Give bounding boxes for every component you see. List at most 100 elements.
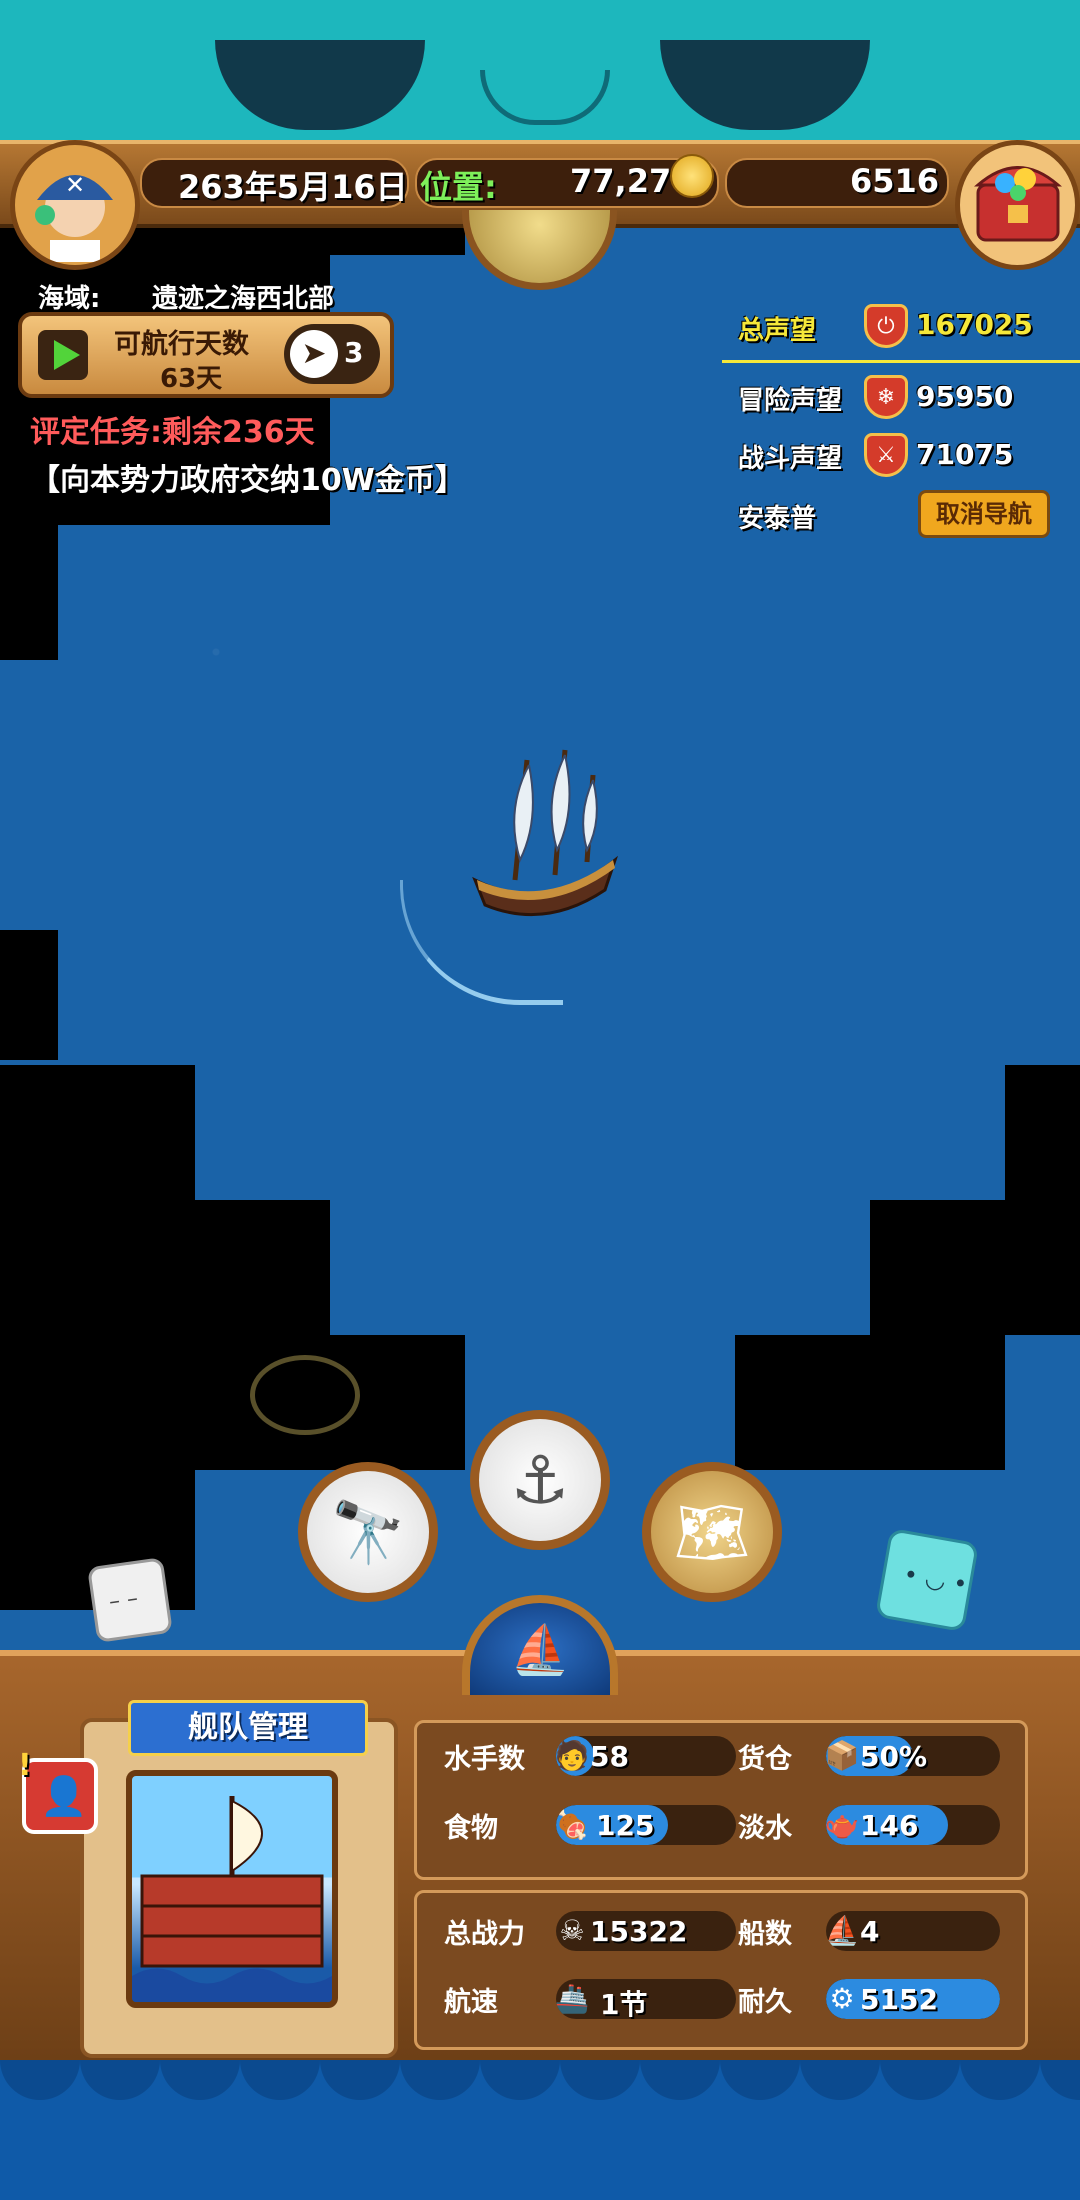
power-bar: ☠ 15322 (556, 1911, 736, 1951)
anchor-icon: ⚓ (510, 1441, 570, 1519)
speed-label: 航速 (444, 1987, 498, 2018)
cargo-label: 货仓 (738, 1744, 792, 1775)
water-label: 淡水 (738, 1813, 792, 1844)
durability-value: 5152 (860, 1983, 938, 2016)
cancel-navigation-button[interactable]: 取消导航 (918, 490, 1050, 538)
fog-right-3 (735, 1335, 1005, 1470)
ships-bar: ⛵ 4 (826, 1911, 1000, 1951)
white-cube-mascot[interactable]: – – (87, 1557, 173, 1643)
cat-face-icon: • ◡ • (901, 1560, 970, 1599)
battle-reputation-icon: ⚔ (864, 433, 908, 477)
mission-title: 评定任务:剩余236天 (30, 407, 315, 451)
total-reputation-label: 总声望 (738, 316, 817, 346)
sailors-label: 水手数 (444, 1744, 525, 1775)
telescope-button[interactable]: 🔭 (298, 1462, 438, 1602)
mission-desc: 【向本势力政府交纳10W金币】 (30, 463, 465, 498)
play-button[interactable] (38, 330, 88, 380)
player-avatar[interactable]: ✕ (10, 140, 140, 270)
bottom-waves (0, 2060, 1080, 2200)
sailors-bar: 🧑 58 (556, 1736, 736, 1776)
position-label: 位置: (420, 168, 497, 206)
fog-left-5 (0, 1335, 465, 1470)
sea-area-value: 遗迹之海西北部 (152, 284, 335, 314)
speed-ship-icon: 🚢 (556, 1982, 590, 2015)
durability-label: 耐久 (738, 1987, 792, 2018)
ship-icon: ⛵ (510, 1621, 570, 1678)
wave-scallop (400, 2060, 480, 2100)
reputation-divider (722, 360, 1080, 363)
repair-icon: ⚙ (829, 1982, 855, 2015)
crate-icon: 📦 (826, 1739, 860, 1772)
mascot-header (0, 0, 1080, 140)
ring-marker (250, 1355, 360, 1435)
wave-scallop (720, 2060, 800, 2100)
wave-scallop (320, 2060, 400, 2100)
gold-amount: 6516 (850, 162, 940, 200)
mission-remaining: 剩余236天 (162, 415, 315, 450)
adventure-reputation-label: 冒险声望 (738, 386, 843, 416)
adventure-reputation-icon: ❄ (864, 375, 908, 419)
voyage-days: 63天 (160, 364, 223, 394)
mascot-eye-left (215, 40, 425, 130)
fleet-ship-portrait[interactable] (126, 1770, 338, 2008)
wave-scallop (480, 2060, 560, 2100)
wave-scallop (240, 2060, 320, 2100)
ships-value: 4 (860, 1915, 880, 1948)
adventure-reputation-value: 95950 (916, 380, 1014, 413)
telescope-icon: 🔭 (330, 1497, 406, 1568)
wave-scallop (640, 2060, 720, 2100)
pirate-avatar-icon: ✕ (35, 171, 113, 262)
world-map-icon: 🗺 (673, 1497, 751, 1568)
wave-scallop (0, 2060, 80, 2100)
sailors-value: 58 (590, 1740, 629, 1773)
ships-label: 船数 (738, 1919, 792, 1950)
total-reputation-icon: ⏻ (864, 304, 908, 348)
battle-reputation-value: 71075 (916, 438, 1014, 471)
ship-cutaway-icon (132, 1796, 332, 2002)
sailor-icon: 🧑 (556, 1739, 590, 1772)
fleet-management-banner[interactable]: 舰队管理 (128, 1700, 368, 1756)
navigate-button[interactable]: ➤ 3 (284, 324, 380, 384)
exclamation-icon: ! (18, 1748, 32, 1783)
voyage-label: 可航行天数 (114, 329, 249, 360)
speed-bar: 🚢 1节 (556, 1979, 736, 2019)
navigation-arrow-icon: ➤ (290, 330, 338, 378)
destination-port: 安泰普 (738, 504, 817, 534)
wave-scallop (560, 2060, 640, 2100)
fog-right-1 (1005, 1065, 1080, 1200)
treasure-chest-button[interactable] (955, 140, 1080, 270)
play-icon (54, 340, 80, 370)
game-date: 263年5月16日 (178, 168, 408, 206)
cube-face-icon: – – (107, 1586, 140, 1615)
alert-sailor-button[interactable]: ! 👤 (18, 1748, 98, 1834)
durability-bar: ⚙ 5152 (826, 1979, 1000, 2019)
wave-scallop (160, 2060, 240, 2100)
navigate-count: 3 (344, 336, 364, 369)
skull-swords-icon: ☠ (559, 1914, 585, 1947)
voyage-days-panel: 可航行天数 63天 ➤ 3 (18, 312, 394, 398)
water-value: 146 (860, 1809, 919, 1842)
water-bar: 🫖 146 (826, 1805, 1000, 1845)
gold-coin-icon (670, 154, 714, 198)
wave-scallop (1040, 2060, 1080, 2100)
mission-title-label: 评定任务: (30, 415, 162, 450)
sail-icon: ⛵ (826, 1914, 860, 1947)
fog-left-4 (0, 1200, 330, 1335)
svg-text:✕: ✕ (65, 171, 85, 199)
fleet-management-title: 舰队管理 (188, 1710, 308, 1745)
sea-area-label: 海域: (38, 284, 101, 314)
total-reputation-value: 167025 (916, 308, 1033, 341)
world-map-button[interactable]: 🗺 (642, 1462, 782, 1602)
food-bar: 🍖 125 (556, 1805, 736, 1845)
teal-cube-mascot[interactable]: • ◡ • (874, 1527, 980, 1633)
cargo-value: 50% (860, 1740, 928, 1773)
fog-left-3 (0, 1065, 195, 1200)
power-label: 总战力 (444, 1919, 525, 1950)
sailor-icon: 👤 (40, 1774, 88, 1818)
meat-icon: 🍖 (556, 1808, 590, 1841)
water-jug-icon: 🫖 (826, 1808, 860, 1841)
food-label: 食物 (444, 1813, 498, 1844)
treasure-chest-icon (974, 166, 1062, 242)
battle-reputation-label: 战斗声望 (738, 444, 843, 474)
anchor-button[interactable]: ⚓ (470, 1410, 610, 1550)
